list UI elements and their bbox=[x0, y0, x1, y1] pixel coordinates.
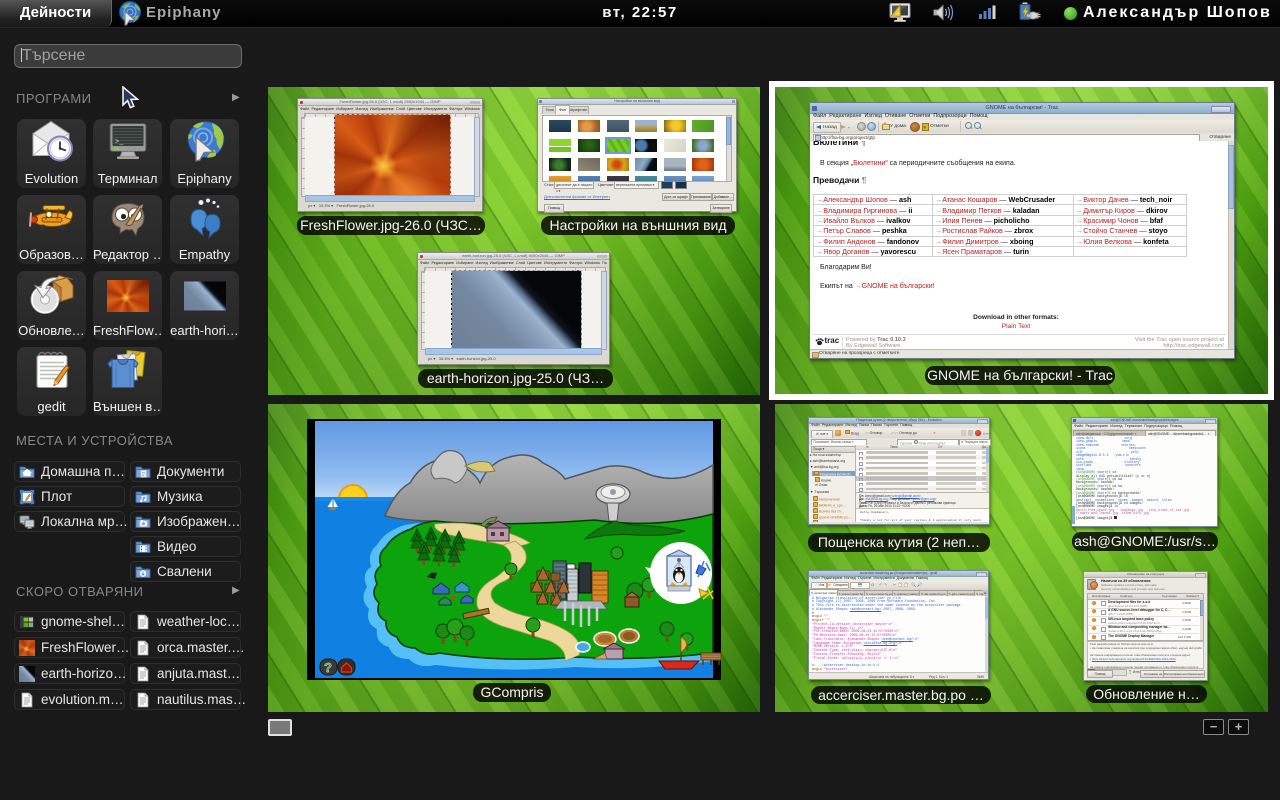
svg-text:?: ? bbox=[324, 660, 332, 675]
svg-text:>_: >_ bbox=[115, 139, 124, 147]
